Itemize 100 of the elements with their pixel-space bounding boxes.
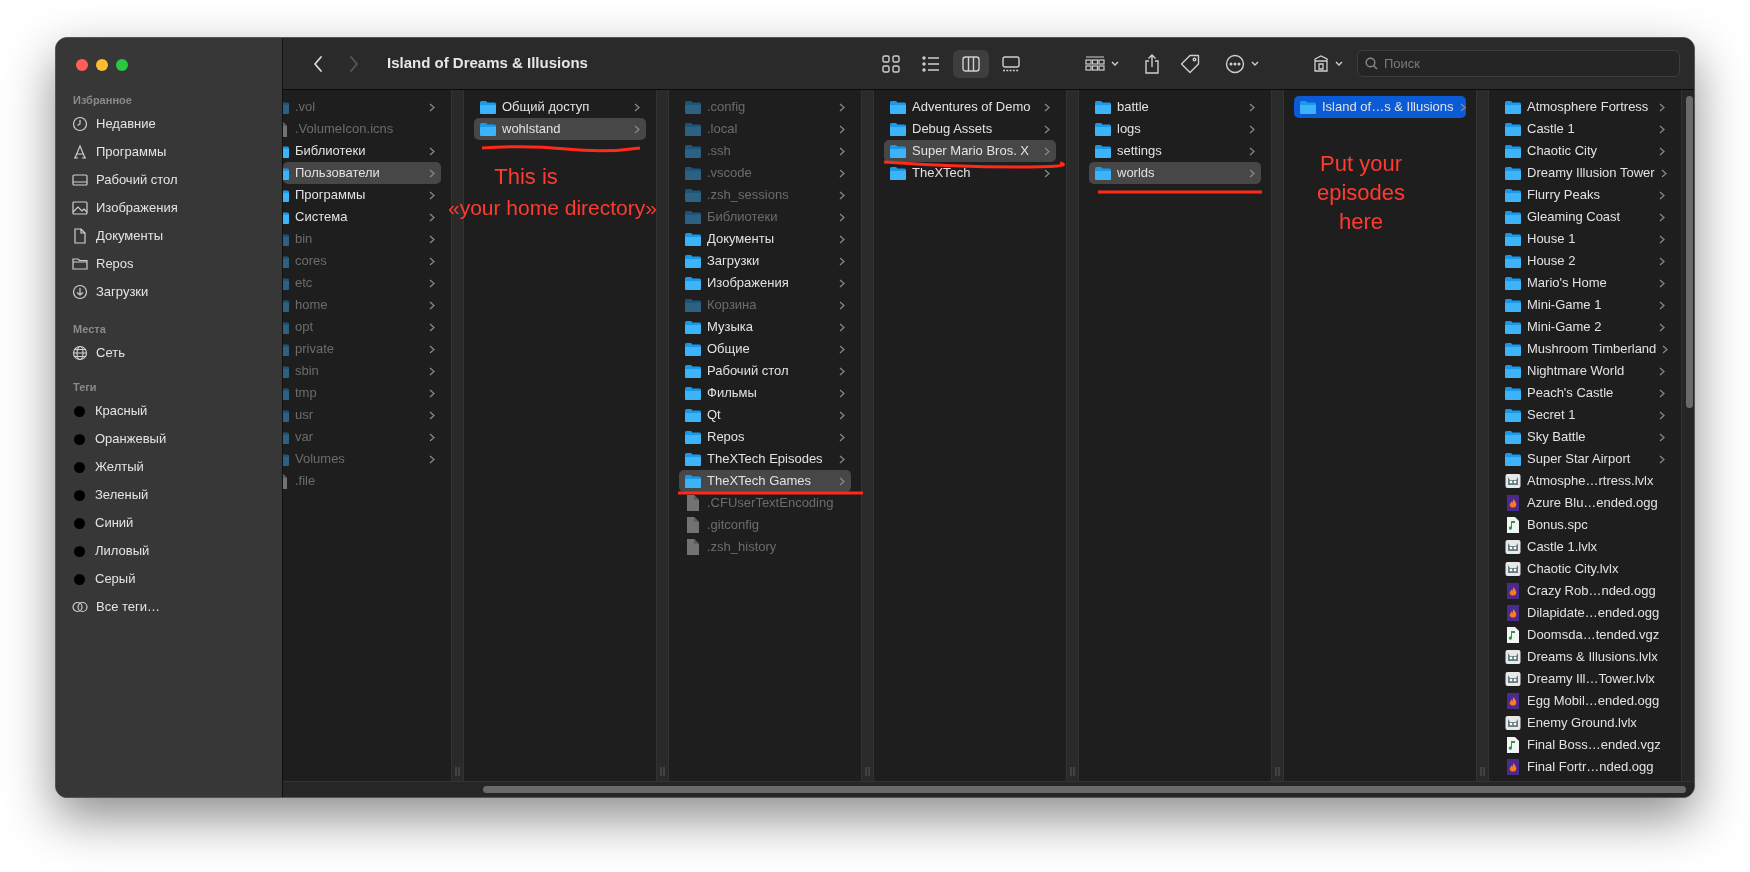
file-row[interactable]: Изображения	[679, 272, 851, 294]
file-row[interactable]: Документы	[679, 228, 851, 250]
folder-icon	[685, 144, 701, 158]
scrollbar-thumb[interactable]	[1685, 96, 1693, 408]
zoom-button[interactable]	[116, 59, 128, 71]
file-row[interactable]: logs	[1089, 118, 1261, 140]
sidebar-item[interactable]: Серый	[66, 565, 272, 593]
file-row[interactable]: Atmosphe…rtress.lvlx	[1499, 470, 1671, 492]
folder-icon	[1505, 232, 1521, 246]
resize-handle-icon[interactable]	[1070, 767, 1075, 776]
sidebar-item[interactable]: Загрузки	[66, 278, 272, 306]
sidebar-item[interactable]: Зеленый	[66, 481, 272, 509]
sidebar-item[interactable]: Красный	[66, 397, 272, 425]
view-button[interactable]	[953, 49, 989, 78]
sidebar-item[interactable]: Рабочий стол	[66, 166, 272, 194]
file-row[interactable]: Doomsda…tended.vgz	[1499, 624, 1671, 646]
file-row[interactable]: worlds	[1089, 162, 1261, 184]
file-row[interactable]: Рабочий стол	[679, 360, 851, 382]
chevron-right-icon	[1659, 410, 1665, 420]
horizontal-scrollbar[interactable]	[283, 781, 1694, 797]
sidebar-item[interactable]: Желтый	[66, 453, 272, 481]
chevron-right-icon	[1660, 168, 1667, 178]
sidebar-item[interactable]: Синий	[66, 509, 272, 537]
file-row[interactable]: House 1	[1499, 228, 1671, 250]
file-row[interactable]: battle	[1089, 96, 1261, 118]
resize-handle-icon[interactable]	[660, 767, 665, 776]
close-button[interactable]	[76, 59, 88, 71]
file-row[interactable]: Super Star Airport	[1499, 448, 1671, 470]
resize-handle-icon[interactable]	[865, 767, 870, 776]
file-row[interactable]: TheXTech Games	[679, 470, 851, 492]
file-row[interactable]: Sky Battle	[1499, 426, 1671, 448]
file-row[interactable]: Программы	[283, 184, 441, 206]
file-row[interactable]: House 2	[1499, 250, 1671, 272]
file-row[interactable]: Nightmare World	[1499, 360, 1671, 382]
file-row[interactable]: Final Fortr…nded.ogg	[1499, 756, 1671, 778]
file-row[interactable]: Adventures of Demo	[884, 96, 1056, 118]
resize-handle-icon[interactable]	[1480, 767, 1485, 776]
search-field[interactable]: Поиск	[1357, 50, 1680, 77]
file-row[interactable]: Загрузки	[679, 250, 851, 272]
file-row[interactable]: Secret 1	[1499, 404, 1671, 426]
file-row[interactable]: Repos	[679, 426, 851, 448]
sidebar-item[interactable]: Изображения	[66, 194, 272, 222]
file-row[interactable]: Mushroom Timberland	[1499, 338, 1671, 360]
file-row[interactable]: Dreams & Illusions.lvlx	[1499, 646, 1671, 668]
file-row[interactable]: Gleaming Coast	[1499, 206, 1671, 228]
file-row[interactable]: Peach's Castle	[1499, 382, 1671, 404]
file-row[interactable]: Dilapidate…ended.ogg	[1499, 602, 1671, 624]
file-row[interactable]: Super Mario Bros. X	[884, 140, 1056, 162]
file-row[interactable]: Chaotic City	[1499, 140, 1671, 162]
sidebar-heading: Места	[73, 321, 106, 337]
file-row[interactable]: Пользователи	[283, 162, 441, 184]
file-row[interactable]: Система	[283, 206, 441, 228]
sidebar-item[interactable]: Документы	[66, 222, 272, 250]
file-row[interactable]: Dreamy Ill…Tower.lvlx	[1499, 668, 1671, 690]
file-row[interactable]: Общий доступ	[474, 96, 646, 118]
resize-handle-icon[interactable]	[1275, 767, 1280, 776]
file-row[interactable]: Общие	[679, 338, 851, 360]
file-row[interactable]: Atmosphere Fortress	[1499, 96, 1671, 118]
file-icon	[283, 121, 289, 137]
file-row[interactable]: Enemy Ground.lvlx	[1499, 712, 1671, 734]
file-row[interactable]: Egg Mobil…ended.ogg	[1499, 690, 1671, 712]
file-row[interactable]: TheXTech	[884, 162, 1056, 184]
file-row[interactable]: Bonus.spc	[1499, 514, 1671, 536]
sidebar-item[interactable]: Программы	[66, 138, 272, 166]
sidebar-item[interactable]: Оранжевый	[66, 425, 272, 453]
scrollbar-thumb[interactable]	[483, 786, 1686, 793]
sidebar-item[interactable]: Все теги…	[66, 593, 272, 621]
sidebar-item[interactable]: Сеть	[66, 339, 272, 367]
folder-icon	[1505, 122, 1521, 136]
folder-icon	[283, 144, 289, 158]
vertical-scrollbar[interactable]	[1681, 90, 1694, 781]
chevron-right-icon	[839, 388, 845, 398]
file-row[interactable]: Azure Blu…ended.ogg	[1499, 492, 1671, 514]
resize-handle-icon[interactable]	[455, 767, 460, 776]
minimize-button[interactable]	[96, 59, 108, 71]
chevron-right-icon	[1249, 124, 1255, 134]
folder-icon	[283, 210, 289, 224]
file-row[interactable]: Island of…s & Illusions	[1294, 96, 1466, 118]
file-row[interactable]: Castle 1	[1499, 118, 1671, 140]
sidebar-item[interactable]: Недавние	[66, 110, 272, 138]
file-row[interactable]: Castle 1.lvlx	[1499, 536, 1671, 558]
file-row[interactable]: Mini-Game 2	[1499, 316, 1671, 338]
file-row[interactable]: Библиотеки	[283, 140, 441, 162]
file-row[interactable]: Final Boss…ended.vgz	[1499, 734, 1671, 756]
file-row[interactable]: wohlstand	[474, 118, 646, 140]
sidebar-item[interactable]: Лиловый	[66, 537, 272, 565]
file-row[interactable]: TheXTech Episodes	[679, 448, 851, 470]
file-row[interactable]: Chaotic City.lvlx	[1499, 558, 1671, 580]
file-row[interactable]: Flurry Peaks	[1499, 184, 1671, 206]
sidebar-item[interactable]: Repos	[66, 250, 272, 278]
file-row[interactable]: Debug Assets	[884, 118, 1056, 140]
file-row[interactable]: Dreamy Illusion Tower	[1499, 162, 1671, 184]
file-row[interactable]: Crazy Rob…nded.ogg	[1499, 580, 1671, 602]
file-row[interactable]: Qt	[679, 404, 851, 426]
folder-icon	[685, 430, 701, 444]
file-row[interactable]: Mini-Game 1	[1499, 294, 1671, 316]
file-row[interactable]: Mario's Home	[1499, 272, 1671, 294]
file-row[interactable]: settings	[1089, 140, 1261, 162]
file-row[interactable]: Фильмы	[679, 382, 851, 404]
file-row[interactable]: Музыка	[679, 316, 851, 338]
